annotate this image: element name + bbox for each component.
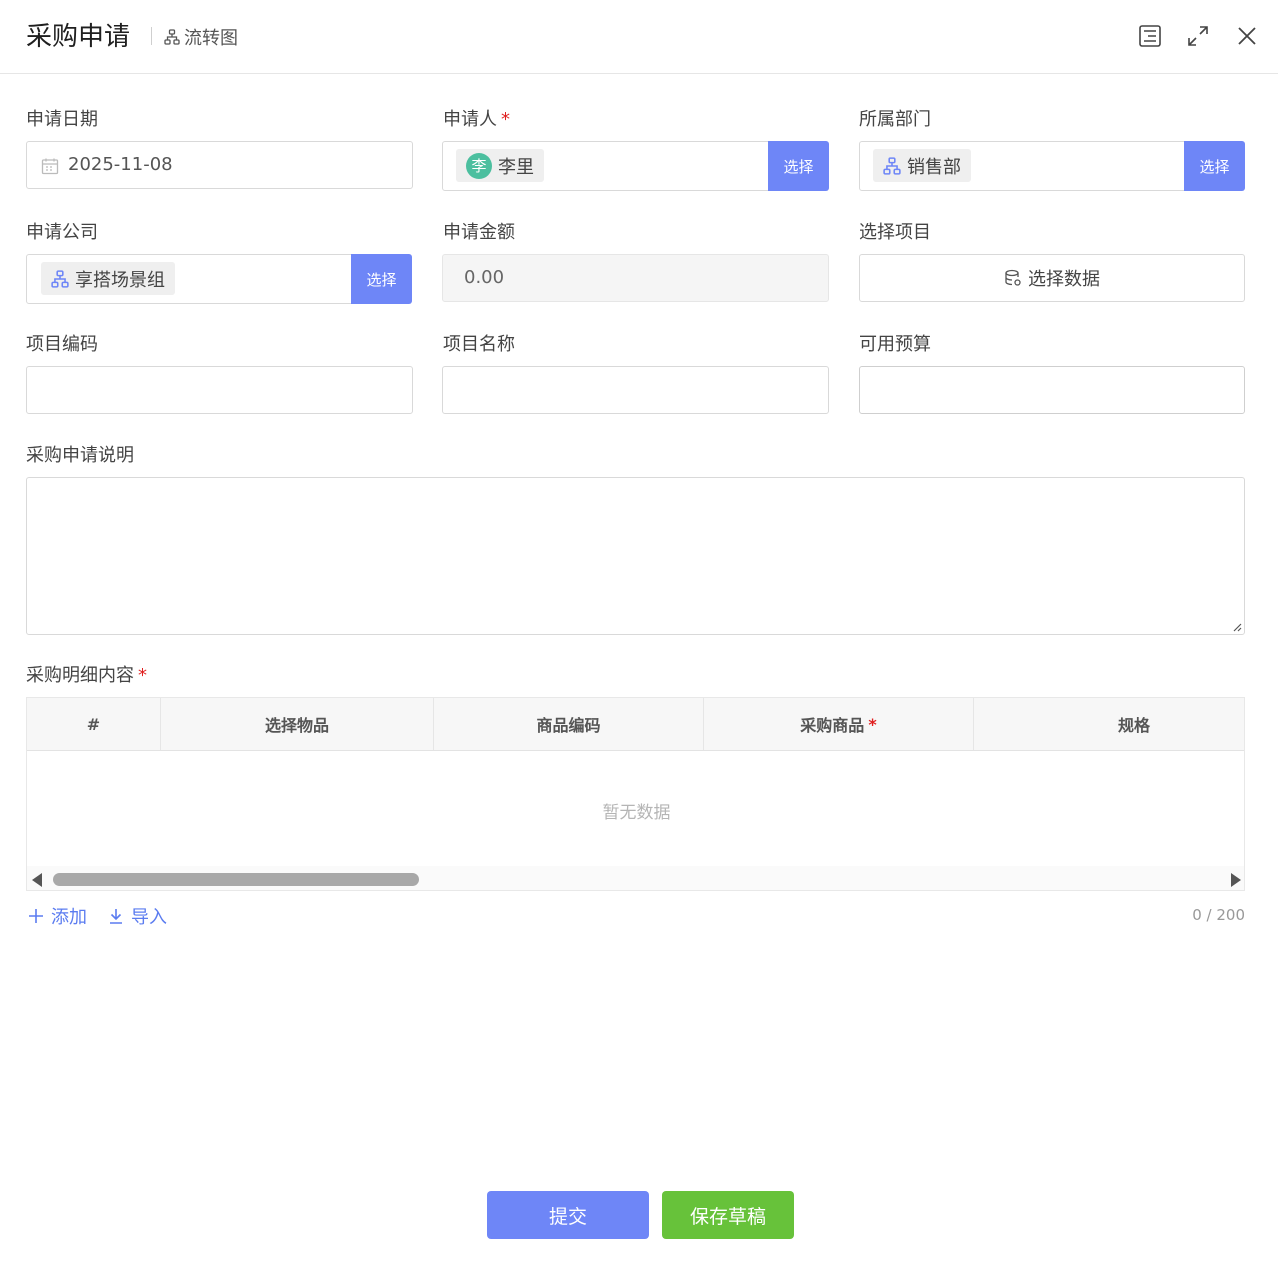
import-label: 导入 [131, 907, 167, 928]
org-tree-icon [51, 269, 69, 288]
department-field[interactable]: 销售部 [859, 141, 1186, 191]
org-tree-icon [883, 156, 901, 175]
scroll-left-icon[interactable] [32, 873, 42, 887]
select-data-button[interactable]: 选择数据 [859, 254, 1245, 302]
budget-label: 可用预算 [859, 334, 931, 355]
empty-placeholder: 暂无数据 [602, 803, 671, 823]
row-counter: 0 / 200 [1192, 906, 1245, 924]
company-field[interactable]: 享搭场景组 [26, 254, 353, 304]
flow-chart-label: 流转图 [184, 28, 238, 49]
amount-value: 0.00 [464, 267, 505, 288]
scroll-right-icon[interactable] [1231, 873, 1241, 887]
org-tree-icon [164, 29, 180, 45]
details-label: 采购明细内容 * [26, 665, 147, 686]
company-select-button[interactable]: 选择 [351, 254, 412, 304]
budget-input[interactable] [859, 366, 1245, 414]
calendar-icon [41, 158, 59, 175]
company-label: 申请公司 [26, 222, 98, 243]
flow-chart-link[interactable]: 流转图 [164, 24, 238, 50]
apply-date-field[interactable]: 2025-11-08 [26, 141, 413, 189]
applicant-tag: 李 李里 [456, 149, 544, 182]
horizontal-scrollbar[interactable] [27, 866, 1244, 890]
add-label: 添加 [51, 907, 87, 928]
col-select-item: 选择物品 [161, 698, 434, 750]
applicant-label: 申请人 * [443, 109, 510, 130]
amount-field: 0.00 [442, 254, 829, 302]
department-label: 所属部门 [859, 109, 931, 130]
import-button[interactable]: 导入 [107, 903, 167, 929]
applicant-value: 李里 [498, 156, 534, 178]
applicant-select-button[interactable]: 选择 [768, 141, 829, 191]
resize-handle-icon[interactable] [1232, 622, 1242, 632]
project-label: 选择项目 [859, 222, 931, 243]
col-product-code: 商品编码 [434, 698, 704, 750]
project-name-label: 项目名称 [443, 334, 515, 355]
amount-label: 申请金额 [443, 222, 515, 243]
dialog-header: 采购申请 流转图 [0, 0, 1278, 74]
close-icon[interactable] [1235, 24, 1259, 48]
table-header: # 选择物品 商品编码 采购商品 * 规格 [27, 698, 1244, 751]
department-tag: 销售部 [873, 149, 971, 182]
apply-date-label: 申请日期 [26, 109, 98, 130]
save-draft-button[interactable]: 保存草稿 [662, 1191, 794, 1239]
required-mark: * [868, 714, 877, 734]
expand-icon[interactable] [1186, 24, 1210, 48]
project-code-input[interactable] [26, 366, 413, 414]
company-tag: 享搭场景组 [41, 262, 175, 295]
col-spec: 规格 [1117, 716, 1150, 735]
description-label: 采购申请说明 [26, 445, 134, 466]
plus-icon [29, 909, 43, 923]
scrollbar-thumb[interactable] [53, 873, 419, 886]
applicant-field[interactable]: 李 李里 [442, 141, 769, 191]
department-select-button[interactable]: 选择 [1184, 141, 1245, 191]
select-data-label: 选择数据 [1028, 269, 1100, 290]
apply-date-value: 2025-11-08 [68, 154, 173, 175]
side-panel-icon[interactable] [1138, 24, 1162, 48]
download-icon [110, 909, 122, 924]
required-mark: * [138, 665, 147, 686]
required-mark: * [501, 109, 510, 130]
details-table: # 选择物品 商品编码 采购商品 * 规格 暂无数据 [26, 697, 1245, 891]
database-icon [1005, 269, 1021, 286]
company-value: 享搭场景组 [75, 269, 165, 291]
department-value: 销售部 [907, 156, 961, 178]
avatar: 李 [466, 152, 492, 179]
add-row-button[interactable]: 添加 [27, 903, 87, 929]
title-divider [151, 27, 152, 45]
submit-button[interactable]: 提交 [487, 1191, 649, 1239]
description-textarea[interactable] [26, 477, 1245, 635]
project-name-input[interactable] [442, 366, 829, 414]
col-product: 采购商品 * [704, 698, 974, 750]
page-title: 采购申请 [26, 22, 131, 52]
col-index: # [27, 698, 161, 750]
project-code-label: 项目编码 [26, 334, 98, 355]
